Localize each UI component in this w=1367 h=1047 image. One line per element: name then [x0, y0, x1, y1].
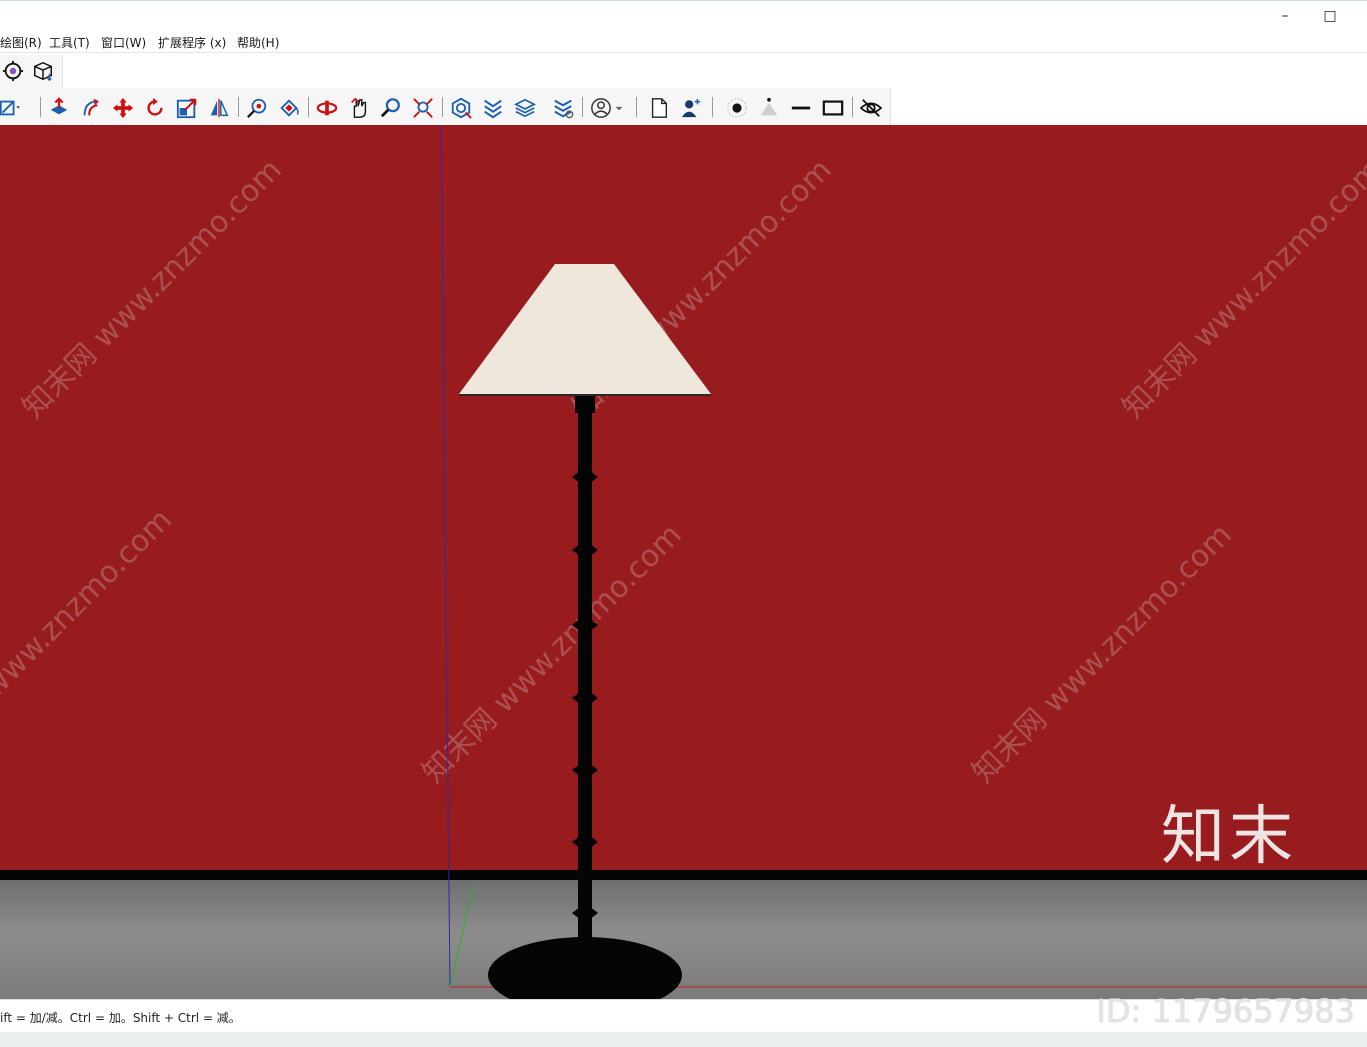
rotate-icon[interactable] — [142, 95, 168, 121]
toolbar-separator — [40, 97, 41, 117]
account-icon[interactable] — [588, 95, 614, 121]
menu-window[interactable]: 窗口(W) — [101, 34, 146, 51]
select-dropdown-icon[interactable] — [0, 95, 22, 121]
menu-help[interactable]: 帮助(H) — [237, 34, 279, 51]
section-icon[interactable] — [480, 95, 506, 121]
id-label: ID: 1179657983 — [1096, 992, 1355, 1030]
toolbar-separator — [238, 97, 239, 117]
toolbar-separator — [582, 97, 583, 117]
toolbar-top — [0, 52, 1367, 89]
orbit-icon[interactable] — [314, 95, 340, 121]
push-pull-icon[interactable] — [46, 95, 72, 121]
os-taskbar — [0, 1032, 1367, 1047]
point-icon[interactable] — [724, 95, 750, 121]
paint-bucket-icon[interactable] — [276, 95, 302, 121]
menu-extensions[interactable]: 扩展程序 (x) — [158, 34, 226, 51]
toolbar-separator — [852, 97, 853, 117]
mirror-icon[interactable] — [206, 95, 232, 121]
green-axis-line — [449, 882, 475, 988]
menu-bar: 绘图(R) 工具(T) 窗口(W) 扩展程序 (x) 帮助(H) — [0, 30, 1367, 52]
zoom-extents-icon[interactable] — [410, 95, 436, 121]
scale-icon[interactable] — [174, 95, 200, 121]
menu-tools[interactable]: 工具(T) — [49, 34, 90, 51]
line-icon[interactable] — [788, 95, 814, 121]
status-hint: ift = 加/减。Ctrl = 加。Shift + Ctrl = 减。 — [0, 1011, 241, 1025]
hide-icon[interactable] — [858, 95, 884, 121]
follow-me-icon[interactable] — [78, 95, 104, 121]
zoom-icon[interactable] — [378, 95, 404, 121]
cone-icon[interactable] — [756, 95, 782, 121]
menu-draw[interactable]: 绘图(R) — [0, 34, 42, 51]
lampshade — [459, 264, 711, 394]
toolbar-separator — [712, 97, 713, 117]
toolbar-separator — [308, 97, 309, 117]
maximize-button[interactable]: □ — [1307, 5, 1353, 27]
chevron-down-icon[interactable] — [612, 95, 626, 121]
add-user-icon[interactable] — [678, 95, 704, 121]
rectangle-icon[interactable] — [820, 95, 846, 121]
blue-axis-line — [440, 125, 451, 988]
package-box-icon[interactable] — [30, 58, 56, 84]
pan-icon[interactable] — [346, 95, 372, 121]
toolbar-separator — [442, 97, 443, 117]
new-page-icon[interactable] — [646, 95, 672, 121]
component-icon[interactable] — [448, 95, 474, 121]
settings-gear-icon[interactable] — [0, 58, 26, 84]
toolbar-separator — [636, 97, 637, 117]
brand-logo: 知末 — [1161, 800, 1297, 874]
title-bar: – □ — [0, 0, 1367, 31]
minimize-button[interactable]: – — [1262, 5, 1308, 27]
move-icon[interactable] — [110, 95, 136, 121]
layers-icon[interactable] — [512, 95, 538, 121]
tape-measure-icon[interactable] — [244, 95, 270, 121]
tags-icon[interactable] — [550, 95, 576, 121]
